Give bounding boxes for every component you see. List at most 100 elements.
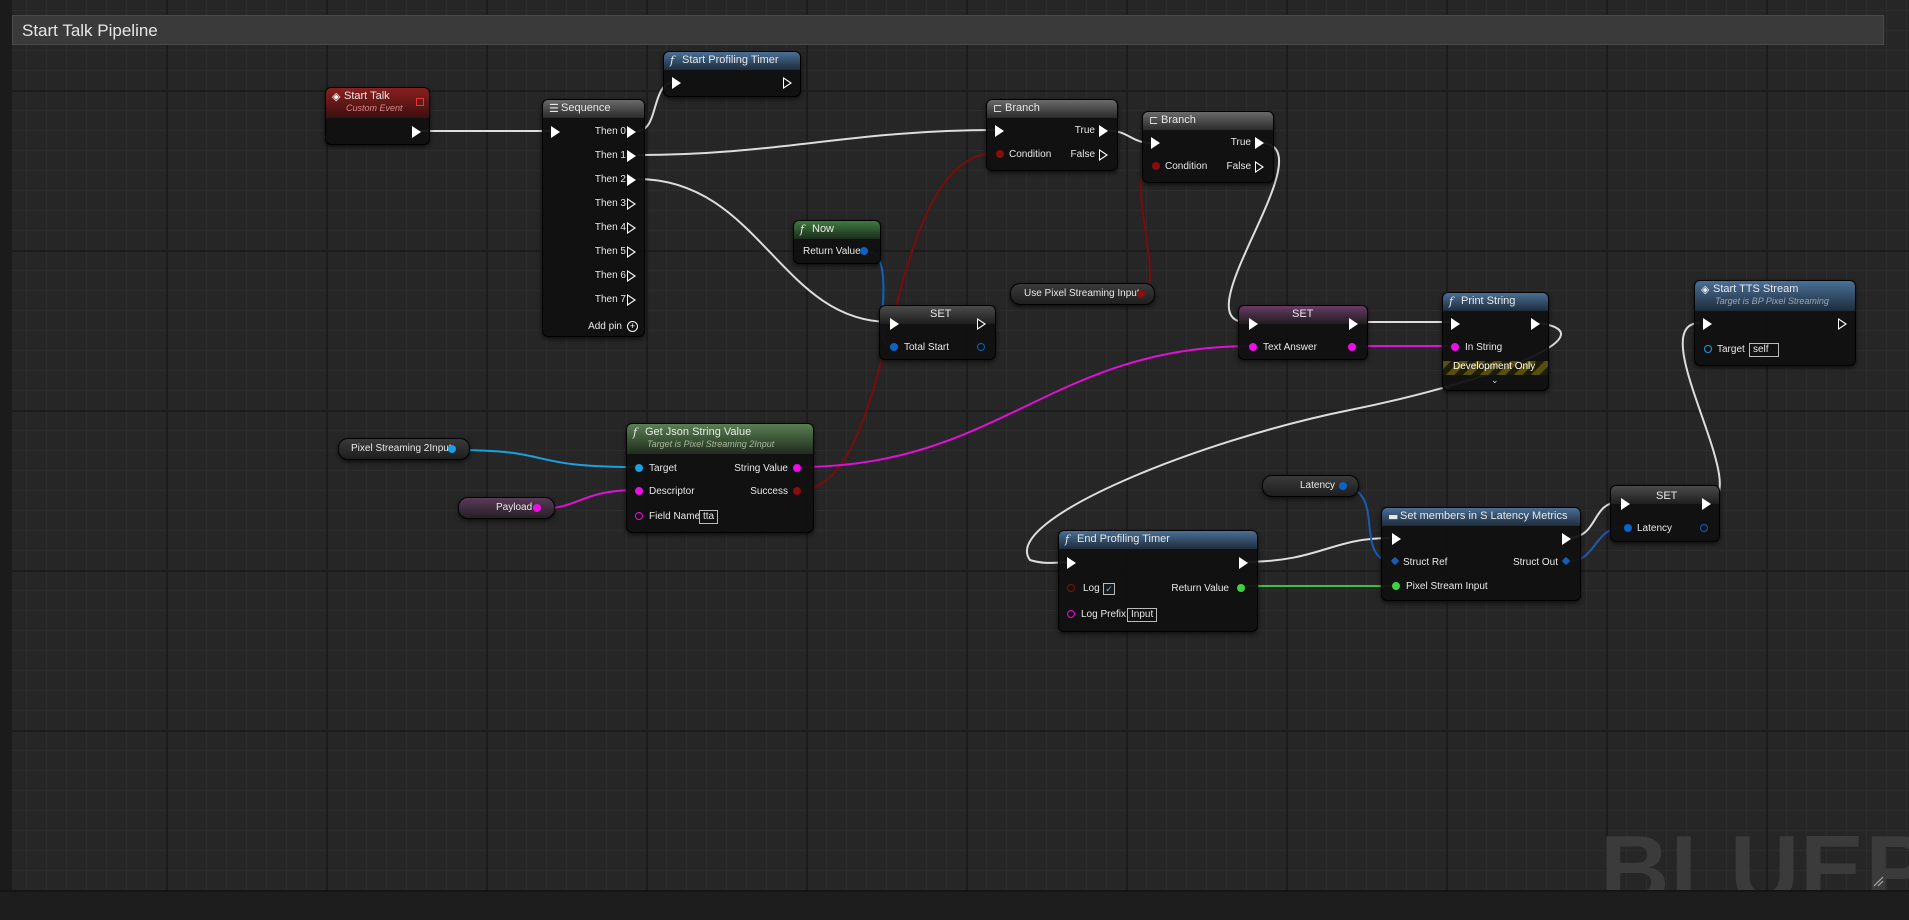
- end-profiling-timer-node[interactable]: f End Profiling Timer Log ✓ Return Value…: [1058, 530, 1258, 632]
- sequence-node[interactable]: ☰ Sequence Then 0 Then 1 Then 2 Then 3 T…: [542, 99, 645, 337]
- condition-pin[interactable]: [1152, 162, 1160, 170]
- payload-variable[interactable]: Payload: [458, 497, 555, 519]
- log-prefix-pin[interactable]: [1067, 610, 1075, 618]
- exec-in-pin[interactable]: [672, 77, 681, 89]
- chevron-down-icon[interactable]: ⌄: [1491, 375, 1499, 386]
- node-header: ⊏ Branch: [987, 100, 1117, 118]
- delegate-pin[interactable]: [416, 98, 424, 106]
- field-name-label: Field Name: [649, 511, 701, 522]
- then-6-label: Then 6: [594, 270, 626, 281]
- exec-out-pin[interactable]: [1838, 318, 1847, 330]
- log-label: Log: [1083, 583, 1100, 594]
- start-talk-event-node[interactable]: ◈ Start Talk Custom Event: [325, 87, 430, 145]
- total-start-in-pin[interactable]: [890, 343, 898, 351]
- wire-object: [452, 449, 639, 468]
- use-pixel-streaming-input-variable[interactable]: Use Pixel Streaming Input: [1010, 283, 1155, 305]
- latency-variable[interactable]: Latency: [1262, 475, 1359, 497]
- then-3-pin[interactable]: [627, 198, 636, 210]
- add-pin-label[interactable]: Add pin: [588, 321, 622, 332]
- start-profiling-timer-node[interactable]: f Start Profiling Timer: [663, 51, 801, 97]
- node-subtitle: Target is BP Pixel Streaming: [1715, 296, 1829, 306]
- latency-out-pin[interactable]: [1700, 524, 1708, 532]
- exec-out-pin[interactable]: [1239, 557, 1248, 569]
- exec-in-pin[interactable]: [1451, 318, 1460, 330]
- exec-out-pin[interactable]: [412, 126, 421, 138]
- exec-in-pin[interactable]: [551, 126, 560, 138]
- blueprint-graph-canvas[interactable]: ◈ Start Talk Custom Event ☰ Sequence The…: [0, 0, 1909, 920]
- target-pin[interactable]: [1704, 345, 1712, 353]
- wire-exec: [636, 129, 997, 156]
- target-pin[interactable]: [635, 464, 643, 472]
- total-start-out-pin[interactable]: [977, 343, 985, 351]
- exec-out-pin[interactable]: [1562, 533, 1571, 545]
- exec-in-pin[interactable]: [1703, 318, 1712, 330]
- function-icon: f: [1065, 533, 1070, 546]
- bool-out-pin[interactable]: [1137, 290, 1145, 298]
- true-pin[interactable]: [1255, 137, 1264, 149]
- node-subtitle: Target is Pixel Streaming 2Input: [647, 439, 775, 449]
- exec-out-pin[interactable]: [1531, 318, 1540, 330]
- success-pin[interactable]: [793, 487, 801, 495]
- exec-out-pin[interactable]: [1702, 498, 1711, 510]
- then-0-pin[interactable]: [627, 126, 636, 138]
- string-value-pin[interactable]: [793, 464, 801, 472]
- exec-in-pin[interactable]: [1067, 557, 1076, 569]
- node-header: f Print String: [1443, 293, 1548, 311]
- struct-out-pin[interactable]: [1339, 482, 1347, 490]
- string-value-label: String Value: [734, 463, 788, 474]
- node-header: SET: [1239, 306, 1367, 324]
- struct-ref-pin[interactable]: [1390, 556, 1400, 566]
- exec-out-pin[interactable]: [783, 77, 792, 89]
- set-latency-node[interactable]: SET Latency: [1610, 485, 1720, 542]
- field-name-pin[interactable]: [635, 512, 643, 520]
- log-checkbox[interactable]: ✓: [1103, 583, 1115, 595]
- descriptor-pin[interactable]: [635, 487, 643, 495]
- exec-in-pin[interactable]: [1621, 498, 1630, 510]
- return-value-pin[interactable]: [1237, 584, 1245, 592]
- field-name-input[interactable]: tta: [699, 510, 719, 524]
- print-string-node[interactable]: f Print String In String Development Onl…: [1442, 292, 1549, 391]
- text-answer-out-pin[interactable]: [1348, 343, 1356, 351]
- struct-out-pin[interactable]: [1561, 556, 1571, 566]
- true-pin[interactable]: [1099, 125, 1108, 137]
- function-icon: f: [670, 54, 675, 67]
- then-2-pin[interactable]: [627, 174, 636, 186]
- branch-node-1[interactable]: ⊏ Branch True Condition False: [986, 99, 1118, 171]
- set-text-answer-node[interactable]: SET Text Answer: [1238, 305, 1368, 360]
- log-prefix-input[interactable]: Input: [1127, 608, 1158, 622]
- set-members-latency-metrics-node[interactable]: ▬ Set members in S Latency Metrics Struc…: [1381, 507, 1581, 601]
- add-pin-icon[interactable]: +: [627, 321, 638, 332]
- in-string-pin[interactable]: [1451, 343, 1459, 351]
- exec-in-pin[interactable]: [1392, 533, 1401, 545]
- pixel-stream-input-pin[interactable]: [1392, 582, 1400, 590]
- then-6-pin[interactable]: [627, 270, 636, 282]
- exec-in-pin[interactable]: [995, 125, 1004, 137]
- exec-in-pin[interactable]: [1151, 137, 1160, 149]
- log-pin[interactable]: [1067, 584, 1075, 592]
- exec-in-pin[interactable]: [1249, 318, 1258, 330]
- latency-in-pin[interactable]: [1624, 524, 1632, 532]
- then-1-pin[interactable]: [627, 150, 636, 162]
- then-4-pin[interactable]: [627, 222, 636, 234]
- return-value-pin[interactable]: [860, 247, 868, 255]
- exec-out-pin[interactable]: [1349, 318, 1358, 330]
- set-total-start-node[interactable]: SET Total Start: [879, 305, 996, 360]
- exec-out-pin[interactable]: [977, 318, 986, 330]
- resize-grip-icon[interactable]: [1872, 875, 1884, 887]
- start-tts-stream-node[interactable]: ◈ Start TTS Stream Target is BP Pixel St…: [1694, 280, 1856, 366]
- get-json-string-value-node[interactable]: f Get Json String Value Target is Pixel …: [626, 423, 814, 533]
- now-node[interactable]: f Now Return Value: [793, 220, 881, 264]
- then-7-pin[interactable]: [627, 294, 636, 306]
- pixel-streaming-2input-variable[interactable]: Pixel Streaming 2Input: [338, 438, 470, 460]
- false-pin[interactable]: [1255, 161, 1264, 173]
- false-pin[interactable]: [1099, 149, 1108, 161]
- branch-node-2[interactable]: ⊏ Branch True Condition False: [1142, 111, 1274, 183]
- sequence-icon: ☰: [549, 102, 559, 115]
- target-value-field[interactable]: self: [1749, 343, 1779, 357]
- object-out-pin[interactable]: [448, 445, 456, 453]
- exec-in-pin[interactable]: [890, 318, 899, 330]
- text-answer-in-pin[interactable]: [1249, 343, 1257, 351]
- condition-pin[interactable]: [996, 150, 1004, 158]
- string-out-pin[interactable]: [533, 504, 541, 512]
- then-5-pin[interactable]: [627, 246, 636, 258]
